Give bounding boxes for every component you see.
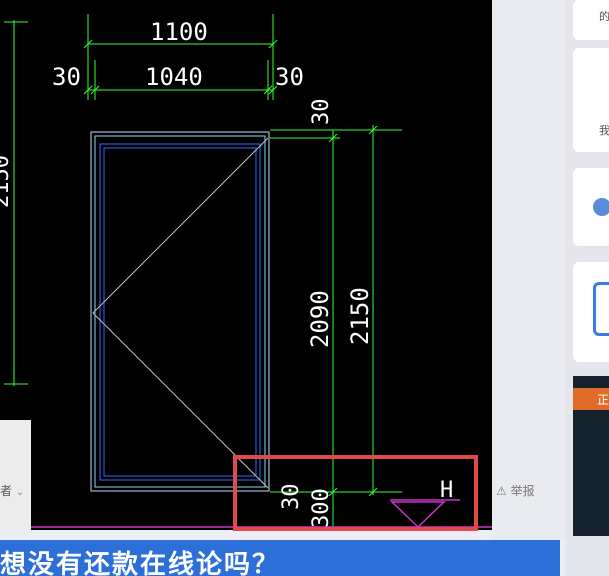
thumbnail-label: 正 <box>597 393 609 407</box>
dim-2090: 2090 <box>306 290 334 348</box>
sidebar-card-4[interactable] <box>573 262 609 362</box>
window-sash-blue <box>99 143 261 481</box>
cad-drawing-canvas: 2150 1100 1040 30 30 30 2090 2150 30 300… <box>0 0 492 530</box>
sidebar-card-3[interactable] <box>573 168 609 246</box>
dim-2150: 2150 <box>346 287 374 345</box>
author-dropdown[interactable]: 者 ⌄ <box>0 482 24 499</box>
sidebar-text-2: 我的 <box>599 124 609 137</box>
sidebar-card-2[interactable]: ★ 我的 <box>573 48 609 152</box>
right-sidebar: 的 ★ 我的 正 <box>565 0 609 576</box>
device-icon <box>593 282 609 336</box>
sidebar-text-1: 的 <box>599 10 609 23</box>
banner-text: 想没有还款在线论吗？ <box>0 550 281 576</box>
warning-icon: ⚠ <box>496 484 507 498</box>
window-frame-cyan <box>94 135 266 488</box>
report-label: 举报 <box>510 484 535 498</box>
thumbnail-header: 正 <box>573 388 609 410</box>
highlight-box <box>233 455 478 531</box>
sidebar-card-1[interactable]: 的 <box>573 0 609 40</box>
dim-30-top: 30 <box>309 99 334 126</box>
window-outer-frame <box>90 131 270 492</box>
window-opening-lines <box>92 137 269 489</box>
chevron-down-icon: ⌄ <box>15 487 25 498</box>
medal-icon <box>593 198 609 216</box>
dim-30-left: 30 <box>52 63 81 91</box>
report-button[interactable]: ⚠ 举报 <box>496 482 535 499</box>
window-sash-inner <box>103 147 257 477</box>
dim-2150-left: 2150 <box>0 155 14 208</box>
bottom-banner[interactable]: 想没有还款在线论吗？ <box>0 540 560 576</box>
dim-30-right: 30 <box>275 63 304 91</box>
left-panel-fragment <box>0 420 31 530</box>
cad-drawing-svg: 2150 1100 1040 30 30 30 2090 2150 30 300… <box>0 14 492 529</box>
thumbnail-image[interactable]: 正 <box>573 376 609 536</box>
author-label: 者 <box>0 484 13 498</box>
dim-1040: 1040 <box>145 63 203 91</box>
post-action-strip <box>492 0 565 540</box>
dim-1100: 1100 <box>150 18 208 46</box>
